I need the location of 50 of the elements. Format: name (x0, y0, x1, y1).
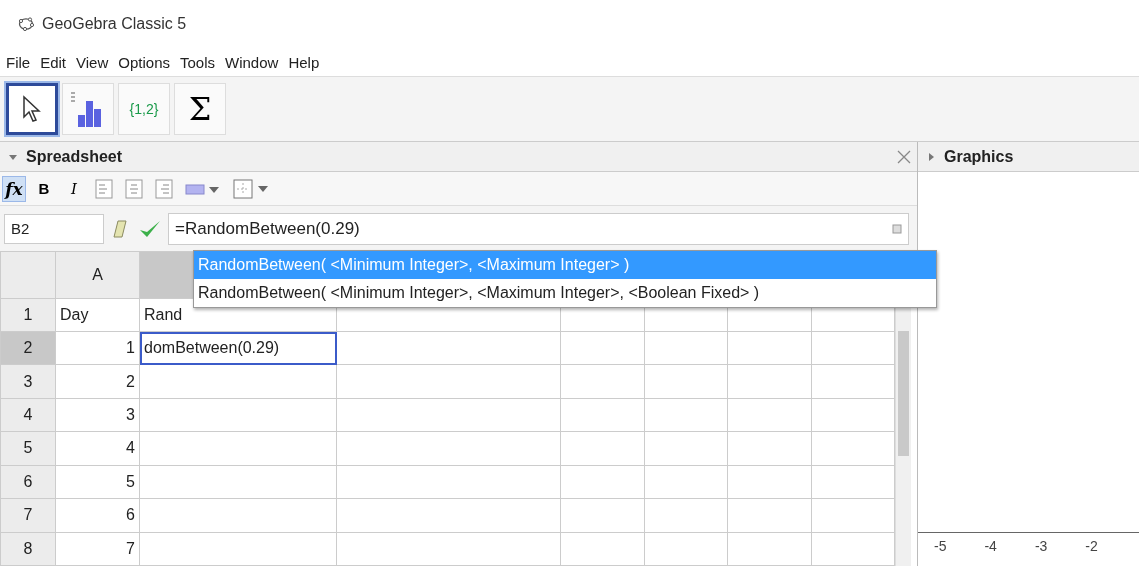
row-header[interactable]: 1 (0, 298, 56, 332)
row-header[interactable]: 8 (0, 532, 56, 566)
border-icon (233, 178, 271, 199)
table-cell: domBetween(0.29) (139, 331, 337, 365)
row-header[interactable]: 2 (0, 331, 56, 365)
window-title: GeoGebra Classic 5 (42, 15, 187, 33)
menu-item[interactable]: Window (223, 53, 281, 71)
row-header[interactable]: 4 (0, 398, 56, 432)
keyboard-icon[interactable] (892, 223, 902, 234)
axis-label: -3 (1034, 538, 1048, 554)
sum-tool-button[interactable]: Σ (174, 83, 226, 135)
column-header[interactable]: A (55, 251, 140, 299)
panel-title: Graphics (944, 147, 1014, 166)
axis-label: -5 (934, 538, 947, 554)
row-header[interactable]: 5 (0, 431, 56, 466)
row-header[interactable]: 6 (0, 465, 56, 499)
chart-tool-button[interactable] (62, 83, 114, 135)
italic-button[interactable]: I (62, 175, 86, 202)
fill-color-icon (185, 181, 221, 196)
table-cell: Day (55, 298, 140, 332)
menu-item[interactable]: Options (116, 53, 172, 71)
formula-button[interactable]: fx (2, 175, 26, 202)
move-tool-button[interactable] (6, 83, 58, 135)
table-cell: 7 (55, 532, 140, 566)
align-right-icon (155, 178, 173, 199)
app-logo-icon (18, 17, 34, 31)
align-left-icon (95, 178, 113, 199)
align-center-icon (125, 178, 143, 199)
table-cell: 4 (55, 431, 140, 466)
cell-name-field[interactable]: B2 (4, 213, 104, 244)
input-field[interactable]: =RandomBetween(0.29) (168, 212, 909, 245)
table-cell: 2 (55, 364, 140, 399)
menu-item[interactable]: View (74, 53, 111, 71)
menu-item[interactable]: Help (286, 53, 322, 71)
table-cell: 6 (55, 498, 140, 533)
axis-label: -4 (984, 538, 997, 554)
expand-icon[interactable] (926, 151, 936, 162)
cursor-icon (21, 95, 43, 123)
table-cell: 1 (55, 331, 140, 365)
row-header[interactable]: 7 (0, 498, 56, 533)
axis-label: -2 (1085, 538, 1098, 554)
bold-button[interactable]: B (32, 175, 56, 202)
table-cell: 3 (55, 398, 140, 432)
menu-item[interactable]: Tools (178, 53, 217, 71)
panel-title: Spreadsheet (26, 147, 123, 166)
menu-item[interactable]: Edit (38, 53, 69, 71)
table-cell: 5 (55, 465, 140, 499)
close-icon[interactable] (897, 149, 911, 164)
menu-item[interactable]: File (4, 53, 33, 71)
row-header[interactable]: 3 (0, 364, 56, 399)
